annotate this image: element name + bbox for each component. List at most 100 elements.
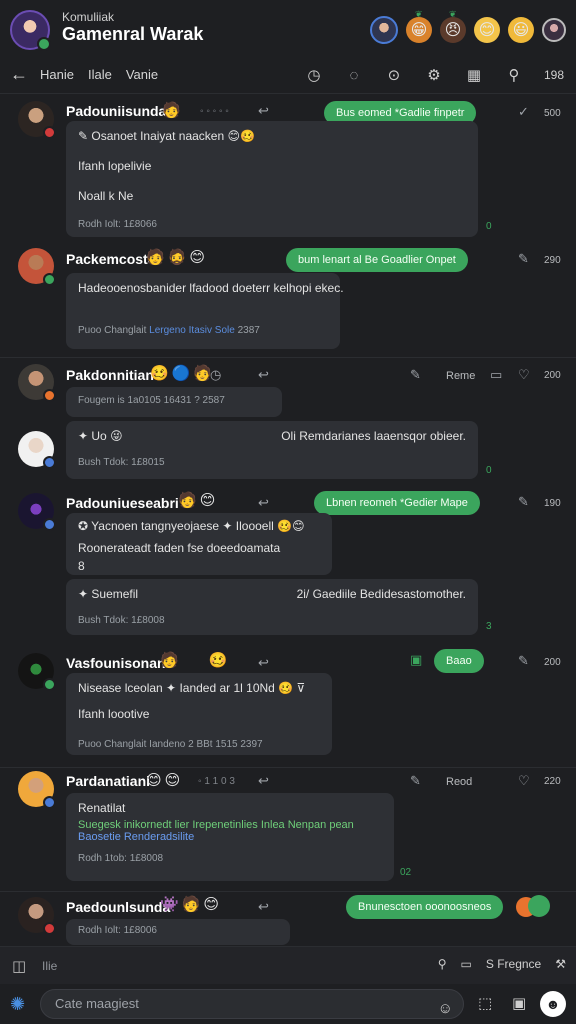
green-status: 0 xyxy=(486,465,492,476)
avatar[interactable] xyxy=(18,653,56,691)
message-line: ✎ Osanoet Inaiyat naacken 😊🥴 xyxy=(78,129,255,143)
status-pill[interactable]: bum lenart al Be Goadlier Onpet xyxy=(286,248,468,272)
gear-icon[interactable]: ⚙ xyxy=(424,65,444,85)
box-icon[interactable]: ▭ xyxy=(461,957,472,971)
message-footer: Bush Tdok: 1£8008 xyxy=(78,615,165,626)
avatar-ring-small-icon[interactable] xyxy=(542,18,566,42)
back-arrow-icon[interactable]: ← xyxy=(10,64,28,85)
search-icon[interactable]: ⚲ xyxy=(438,957,447,971)
message-bubble: ✎ Osanoet Inaiyat naacken 😊🥴 Ifanh lopel… xyxy=(66,121,478,237)
crumb-2[interactable]: Ilale xyxy=(88,67,112,82)
emoji-icon[interactable]: ☺ xyxy=(438,995,453,1023)
message-meta: ◦ 1 1 0 3 xyxy=(198,776,235,787)
app-header: Komuliiak Gamenral Warak ❦ 😁 ❦ 😠 😊 😃 xyxy=(0,0,576,58)
composer: ✺ Cate maagiest ☺ ⬚ ▣ ☻ xyxy=(0,984,576,1024)
message-line: Ifanh loootive xyxy=(78,707,150,721)
avatar-ring-icon[interactable] xyxy=(370,16,398,44)
search-icon[interactable]: ⚲ xyxy=(504,65,524,85)
user-emoji: 🥴 🔵 🧑 xyxy=(150,365,213,382)
heart-icon[interactable]: ♡ xyxy=(518,367,530,383)
user-emoji: 🧑 🧔 😊 xyxy=(146,249,206,266)
heart-icon[interactable]: ♡ xyxy=(518,773,530,789)
crumb-3[interactable]: Vanie xyxy=(126,67,158,82)
divider xyxy=(0,767,576,768)
attach-icon[interactable]: ⬚ xyxy=(478,994,492,1012)
clock-icon[interactable]: ◷ xyxy=(210,367,221,383)
reply-icon[interactable]: ↩ xyxy=(258,655,269,671)
reply-icon[interactable]: ↩ xyxy=(258,103,269,119)
reply-icon[interactable]: ↩ xyxy=(258,899,269,915)
message-text: Oli Remdarianes laaensqor obieer. xyxy=(281,429,466,443)
chat-icon[interactable]: ◌ xyxy=(344,65,364,85)
status-pill[interactable]: Lbnen reomeh *Gedier Mape xyxy=(314,491,480,515)
thread-input[interactable]: Ilie xyxy=(42,959,57,973)
channel-avatar[interactable] xyxy=(10,10,51,51)
status-pill[interactable]: Baao xyxy=(434,649,484,673)
message-footer: Rodh Iolt: 1£8066 xyxy=(78,219,157,230)
composer-toolbar: ◫ Ilie ⚲ ▭ S Fregnce ⚒ xyxy=(0,946,576,984)
username[interactable]: Padouniisunda xyxy=(66,103,166,119)
composer-tools: ⚲ ▭ S Fregnce ⚒ xyxy=(438,957,566,971)
grinning-face-icon[interactable]: 😃 xyxy=(508,17,534,43)
box-icon[interactable]: ▭ xyxy=(490,367,502,383)
dnd-status xyxy=(43,126,56,139)
right-count: 500 xyxy=(544,108,561,119)
message-text: 2i/ Gaediile Bedidesastomother. xyxy=(296,587,466,601)
avatar[interactable] xyxy=(18,248,56,286)
message-bubble: ✦ Uo 😜 Oli Remdarianes laaensqor obieer.… xyxy=(66,421,478,479)
bookmark-icon[interactable]: ▣ xyxy=(410,652,422,668)
divider xyxy=(0,357,576,358)
message-feed[interactable]: Padouniisunda 🧑 ◦ ◦ ◦ ◦ ◦ ↩ Bus eomed *G… xyxy=(0,95,576,945)
edit-icon[interactable]: ✎ xyxy=(410,367,421,383)
message-bubble: ✪ Yacnoen tangnyeojaese ✦ Iloooell 🥴😊 Ro… xyxy=(66,513,332,575)
avatar[interactable] xyxy=(18,364,56,402)
username[interactable]: Paedounlsunda xyxy=(66,899,170,915)
toolbar-tools: ◷ ◌ ⊙ ⚙ ▦ ⚲ 198 xyxy=(304,65,564,85)
dark-sprout-face-icon[interactable]: ❦ 😠 xyxy=(440,9,466,43)
username[interactable]: Vasfounisonan xyxy=(66,655,166,671)
action-label[interactable]: Reod xyxy=(446,776,472,788)
avatar[interactable] xyxy=(18,771,56,809)
pencil-icon[interactable]: ✓ xyxy=(518,104,529,120)
status-pill[interactable]: Bnunesctoen ooonoosneos xyxy=(346,895,504,919)
search-box-icon[interactable]: ⊙ xyxy=(384,65,404,85)
avatar[interactable] xyxy=(18,101,56,139)
send-button[interactable]: ☻ xyxy=(540,991,566,1017)
avatar[interactable] xyxy=(18,493,56,531)
app-logo-icon[interactable]: ✺ xyxy=(10,994,30,1014)
divider xyxy=(0,891,576,892)
reaction-icon[interactable] xyxy=(528,895,550,917)
wrench-icon[interactable]: ⚒ xyxy=(555,957,566,971)
pencil-icon[interactable]: ✎ xyxy=(518,494,529,510)
username[interactable]: Packemcoste xyxy=(66,251,156,267)
message-line: Hadeooenosbanider lfadood doeterr kelhop… xyxy=(78,281,344,295)
smiley-face-icon[interactable]: 😊 xyxy=(474,17,500,43)
username[interactable]: Pakdonnitian xyxy=(66,367,154,383)
avatar[interactable] xyxy=(18,897,56,935)
pencil-icon[interactable]: ✎ xyxy=(518,653,529,669)
channel-title: Gamenral Warak xyxy=(62,24,204,44)
username[interactable]: Padouniueseabri xyxy=(66,495,179,511)
reply-icon[interactable]: ↩ xyxy=(258,367,269,383)
reply-icon[interactable]: ↩ xyxy=(258,773,269,789)
right-count: 200 xyxy=(544,370,561,381)
message-bubble: Renatilat Suegesk inikornedt lier Irepen… xyxy=(66,793,394,881)
grinning-sprout-face-icon[interactable]: ❦ 😁 xyxy=(406,9,432,43)
edit-icon[interactable]: ✎ xyxy=(410,773,421,789)
composer-right-label[interactable]: S Fregnce xyxy=(486,957,541,971)
clock-icon[interactable]: ◷ xyxy=(304,65,324,85)
action-label[interactable]: Reme xyxy=(446,370,475,382)
crumb-1[interactable]: Hanie xyxy=(40,67,74,82)
grid-icon[interactable]: ▦ xyxy=(464,65,484,85)
username[interactable]: Pardanatiani xyxy=(66,773,150,789)
message-input[interactable]: Cate maagiest ☺ xyxy=(40,989,464,1019)
message-line: 8 xyxy=(78,559,85,573)
avatar[interactable] xyxy=(18,431,56,469)
user-emoji: 🧑 🥴 xyxy=(160,652,228,669)
pencil-icon[interactable]: ✎ xyxy=(518,251,529,267)
breadcrumb: Hanie Ilale Vanie xyxy=(40,67,158,82)
box-icon[interactable]: ▣ xyxy=(512,994,526,1012)
member-count: 198 xyxy=(543,68,564,82)
layout-icon[interactable]: ◫ xyxy=(12,957,26,975)
reply-icon[interactable]: ↩ xyxy=(258,495,269,511)
